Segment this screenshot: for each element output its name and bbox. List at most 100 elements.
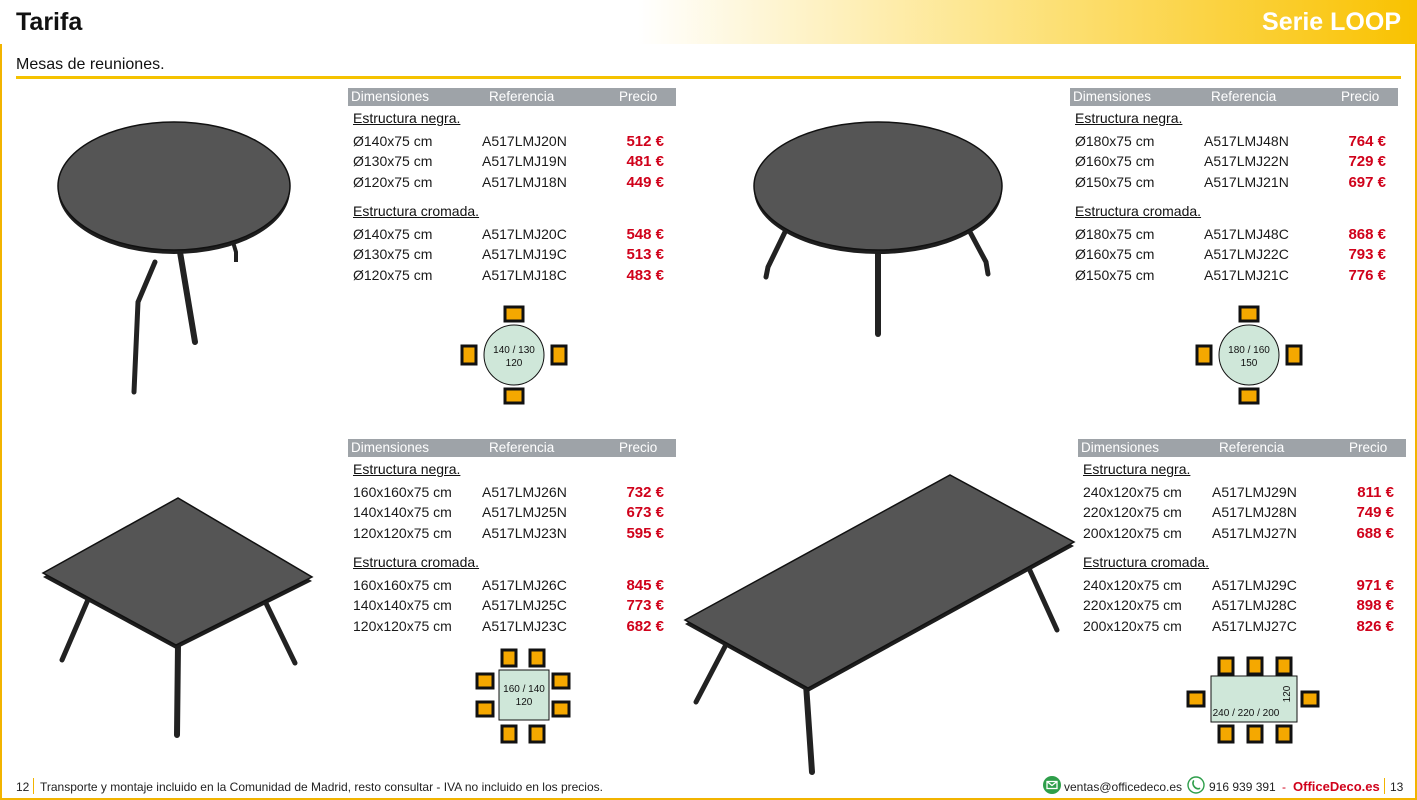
row-reference: A517LMJ25N (482, 504, 567, 520)
row-reference: A517LMJ29C (1212, 577, 1297, 593)
row-dimension: Ø130x75 cm (353, 153, 433, 169)
footer-phone: 916 939 391 (1209, 780, 1276, 794)
footer-separator (1384, 778, 1385, 794)
col-dimensions: Dimensiones (351, 440, 430, 455)
section-subtitle: Mesas de reuniones. (16, 56, 165, 73)
row-price: 749 € (1356, 504, 1394, 521)
square-table-illustration (41, 497, 314, 738)
rectangular-table-illustration (683, 474, 1076, 775)
row-price: 481 € (626, 153, 664, 170)
row-reference: A517LMJ18C (482, 267, 567, 283)
table-row: Ø150x75 cm A517LMJ21C 776 € (1070, 267, 1398, 287)
round-table-small-seating-diagram: 140 / 130 120 (460, 305, 568, 405)
section-black-structure: Estructura negra. (1075, 110, 1183, 126)
row-dimension: 240x120x75 cm (1083, 484, 1182, 500)
footer-email-link[interactable]: ventas@officedeco.es (1064, 780, 1182, 794)
diagram-label-2: 120 (506, 358, 523, 369)
row-dimension: 200x120x75 cm (1083, 525, 1182, 541)
row-dimension: 160x160x75 cm (353, 577, 452, 593)
table-row: Ø150x75 cm A517LMJ21N 697 € (1070, 174, 1398, 194)
col-price: Precio (1349, 440, 1388, 455)
row-dimension: 160x160x75 cm (353, 484, 452, 500)
row-dimension: 220x120x75 cm (1083, 597, 1182, 613)
row-dimension: 200x120x75 cm (1083, 618, 1182, 634)
square-table-seating-diagram: 160 / 140 120 (475, 648, 571, 744)
row-reference: A517LMJ18N (482, 174, 567, 190)
row-price: 688 € (1356, 525, 1394, 542)
col-dimensions: Dimensiones (1081, 440, 1160, 455)
row-dimension: 240x120x75 cm (1083, 577, 1182, 593)
table-row: Ø160x75 cm A517LMJ22N 729 € (1070, 153, 1398, 173)
table-header: Dimensiones Referencia Precio (348, 439, 676, 457)
page-footer: 12 Transporte y montaje incluido en la C… (0, 772, 1417, 800)
page-title: Tarifa (16, 8, 83, 36)
row-price: 971 € (1356, 577, 1394, 594)
row-price: 673 € (626, 504, 664, 521)
table-row: 140x140x75 cm A517LMJ25N 673 € (348, 504, 676, 524)
row-dimension: 140x140x75 cm (353, 597, 452, 613)
diagram-label-2: 120 (516, 697, 533, 708)
round-table-large-seating-diagram: 180 / 160 150 (1195, 305, 1303, 405)
table-row: 200x120x75 cm A517LMJ27N 688 € (1078, 525, 1406, 545)
diagram-label-1: 240 / 220 / 200 (1213, 708, 1280, 719)
table-row: Ø130x75 cm A517LMJ19C 513 € (348, 246, 676, 266)
row-reference: A517LMJ19N (482, 153, 567, 169)
row-price: 776 € (1348, 267, 1386, 284)
row-price: 845 € (626, 577, 664, 594)
table-row: 220x120x75 cm A517LMJ28N 749 € (1078, 504, 1406, 524)
col-dimensions: Dimensiones (1073, 89, 1152, 104)
col-reference: Referencia (1219, 440, 1285, 455)
row-price: 764 € (1348, 133, 1386, 150)
page-header: Tarifa Serie LOOP (0, 0, 1417, 44)
row-price: 512 € (626, 133, 664, 150)
row-price: 682 € (626, 618, 664, 635)
footer-separator (33, 778, 34, 794)
envelope-icon (1043, 776, 1061, 794)
subtitle-rule (16, 76, 1401, 79)
row-dimension: Ø180x75 cm (1075, 133, 1155, 149)
row-reference: A517LMJ21N (1204, 174, 1289, 190)
table-row: Ø180x75 cm A517LMJ48C 868 € (1070, 226, 1398, 246)
diagram-label-1: 160 / 140 (503, 684, 545, 695)
table-row: 240x120x75 cm A517LMJ29C 971 € (1078, 577, 1406, 597)
row-price: 697 € (1348, 174, 1386, 191)
row-price: 793 € (1348, 246, 1386, 263)
price-table-square: Dimensiones Referencia Precio Estructura… (348, 439, 676, 635)
row-price: 548 € (626, 226, 664, 243)
row-reference: A517LMJ23N (482, 525, 567, 541)
table-row: 120x120x75 cm A517LMJ23C 682 € (348, 618, 676, 638)
row-dimension: Ø120x75 cm (353, 174, 433, 190)
row-dimension: 220x120x75 cm (1083, 504, 1182, 520)
diagram-label-1: 140 / 130 (493, 345, 535, 356)
series-title: Serie LOOP (1262, 8, 1401, 36)
footer-note: Transporte y montaje incluido en la Comu… (40, 780, 603, 794)
table-row: 160x160x75 cm A517LMJ26N 732 € (348, 484, 676, 504)
footer-brand-link[interactable]: OfficeDeco.es (1293, 779, 1380, 794)
table-row: Ø130x75 cm A517LMJ19N 481 € (348, 153, 676, 173)
table-row: 200x120x75 cm A517LMJ27C 826 € (1078, 618, 1406, 638)
price-table-round-large: Dimensiones Referencia Precio Estructura… (1070, 88, 1398, 284)
col-reference: Referencia (1211, 89, 1277, 104)
row-reference: A517LMJ29N (1212, 484, 1297, 500)
row-reference: A517LMJ48N (1204, 133, 1289, 149)
row-price: 483 € (626, 267, 664, 284)
diagram-label-2: 120 (1282, 685, 1293, 702)
row-dimension: Ø180x75 cm (1075, 226, 1155, 242)
price-table-round-small: Dimensiones Referencia Precio Estructura… (348, 88, 676, 284)
table-row: Ø160x75 cm A517LMJ22C 793 € (1070, 246, 1398, 266)
table-row: 220x120x75 cm A517LMJ28C 898 € (1078, 597, 1406, 617)
col-price: Precio (619, 89, 658, 104)
footer-dash: - (1282, 780, 1286, 794)
row-reference: A517LMJ26C (482, 577, 567, 593)
row-price: 449 € (626, 174, 664, 191)
row-price: 732 € (626, 484, 664, 501)
page-number-right: 13 (1390, 780, 1404, 794)
table-row: 240x120x75 cm A517LMJ29N 811 € (1078, 484, 1406, 504)
row-reference: A517LMJ22C (1204, 246, 1289, 262)
row-price: 773 € (626, 597, 664, 614)
col-reference: Referencia (489, 440, 555, 455)
row-reference: A517LMJ27N (1212, 525, 1297, 541)
section-chrome-structure: Estructura cromada. (353, 554, 480, 570)
col-price: Precio (619, 440, 658, 455)
table-row: 140x140x75 cm A517LMJ25C 773 € (348, 597, 676, 617)
